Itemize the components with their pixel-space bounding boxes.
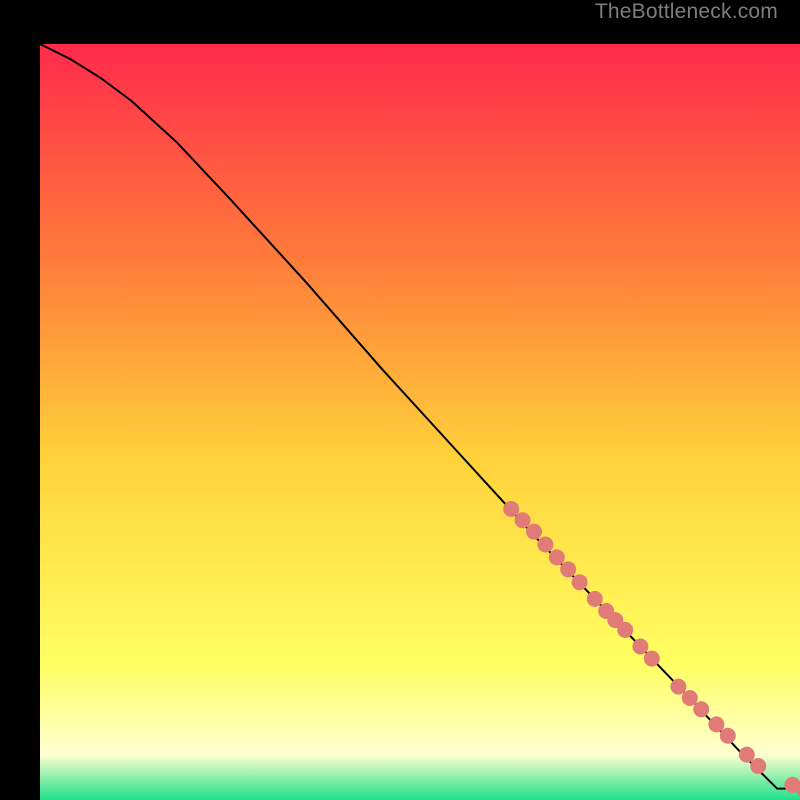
- data-marker: [587, 591, 603, 607]
- data-marker: [617, 622, 633, 638]
- data-marker: [632, 639, 648, 655]
- data-marker: [537, 536, 553, 552]
- data-marker: [739, 747, 755, 763]
- chart-frame: [20, 20, 780, 780]
- data-marker: [750, 758, 766, 774]
- data-marker: [549, 549, 565, 565]
- bottleneck-chart: [40, 44, 800, 800]
- data-marker: [560, 561, 576, 577]
- data-marker: [720, 728, 736, 744]
- data-marker: [708, 716, 724, 732]
- data-marker: [693, 701, 709, 717]
- data-marker: [682, 690, 698, 706]
- data-marker: [572, 574, 588, 590]
- data-marker: [670, 679, 686, 695]
- data-marker: [503, 501, 519, 517]
- data-marker: [526, 524, 542, 540]
- data-marker: [515, 512, 531, 528]
- data-marker: [644, 651, 660, 667]
